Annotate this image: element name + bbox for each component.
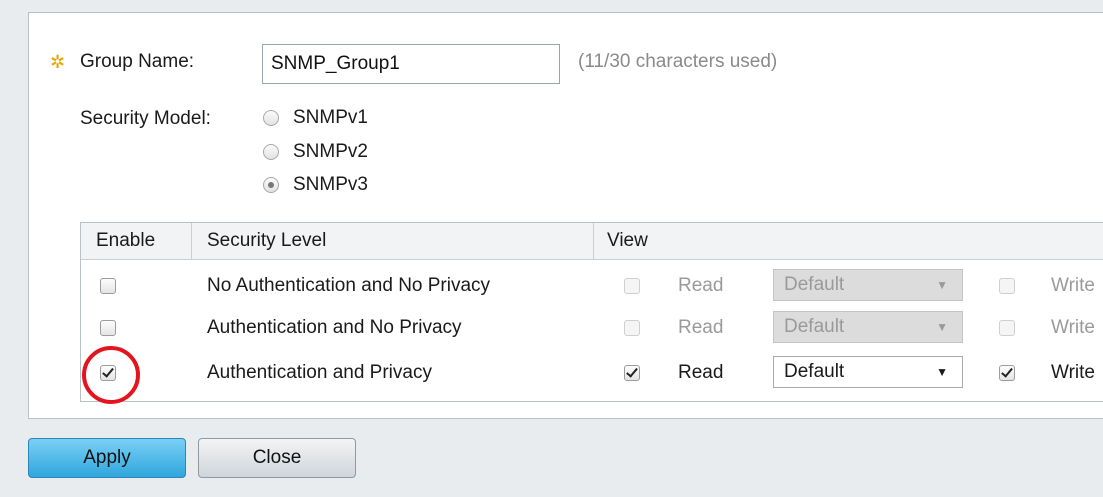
dropdown-arrow-icon: ▼ xyxy=(936,320,948,334)
radio-option-snmpv1[interactable]: SNMPv1 xyxy=(263,105,368,131)
radio-snmpv3[interactable] xyxy=(263,177,279,193)
read-label: Read xyxy=(678,362,724,383)
read-checkbox-row2[interactable] xyxy=(624,320,640,336)
close-button[interactable]: Close xyxy=(198,438,356,478)
radio-label-snmpv3: SNMPv3 xyxy=(293,174,368,195)
security-level-label: No Authentication and No Privacy xyxy=(207,275,491,296)
security-model-label: Security Model: xyxy=(80,108,211,129)
header-view: View xyxy=(607,230,648,251)
security-level-table: Enable Security Level View No Authentica… xyxy=(80,222,1103,402)
header-divider xyxy=(191,223,192,259)
radio-snmpv1[interactable] xyxy=(263,110,279,126)
header-enable: Enable xyxy=(96,230,156,251)
radio-option-snmpv3[interactable]: SNMPv3 xyxy=(263,172,368,198)
write-label: Write xyxy=(1051,362,1095,383)
read-label: Read xyxy=(678,275,724,296)
group-name-label: Group Name: xyxy=(80,51,195,72)
table-header: Enable Security Level View xyxy=(81,223,1103,260)
enable-checkbox-row1[interactable] xyxy=(100,278,116,294)
enable-checkbox-row2[interactable] xyxy=(100,320,116,336)
select-value: Default xyxy=(784,316,845,337)
write-checkbox-row2[interactable] xyxy=(999,320,1015,336)
read-view-select-row1[interactable]: Default ▼ xyxy=(773,269,963,301)
write-checkbox-row3[interactable] xyxy=(999,365,1015,381)
write-label: Write xyxy=(1051,275,1095,296)
required-gear-icon: ✲ xyxy=(50,52,66,72)
read-label: Read xyxy=(678,317,724,338)
read-view-select-row2[interactable]: Default ▼ xyxy=(773,311,963,343)
radio-option-snmpv2[interactable]: SNMPv2 xyxy=(263,139,368,165)
radio-snmpv2[interactable] xyxy=(263,144,279,160)
apply-button[interactable]: Apply xyxy=(28,438,186,478)
header-divider xyxy=(593,223,594,259)
security-level-label: Authentication and Privacy xyxy=(207,362,432,383)
write-checkbox-row1[interactable] xyxy=(999,278,1015,294)
group-name-input[interactable] xyxy=(262,44,560,84)
char-count-note: (11/30 characters used) xyxy=(578,51,778,72)
radio-label-snmpv2: SNMPv2 xyxy=(293,141,368,162)
select-value: Default xyxy=(784,274,845,295)
highlight-circle xyxy=(82,346,140,404)
header-security-level: Security Level xyxy=(207,230,327,251)
radio-label-snmpv1: SNMPv1 xyxy=(293,107,368,128)
dropdown-arrow-icon: ▼ xyxy=(936,278,948,292)
write-label: Write xyxy=(1051,317,1095,338)
read-checkbox-row1[interactable] xyxy=(624,278,640,294)
security-level-label: Authentication and No Privacy xyxy=(207,317,462,338)
read-view-select-row3[interactable]: Default ▼ xyxy=(773,356,963,388)
read-checkbox-row3[interactable] xyxy=(624,365,640,381)
select-value: Default xyxy=(784,361,845,382)
dropdown-arrow-icon: ▼ xyxy=(936,365,948,379)
